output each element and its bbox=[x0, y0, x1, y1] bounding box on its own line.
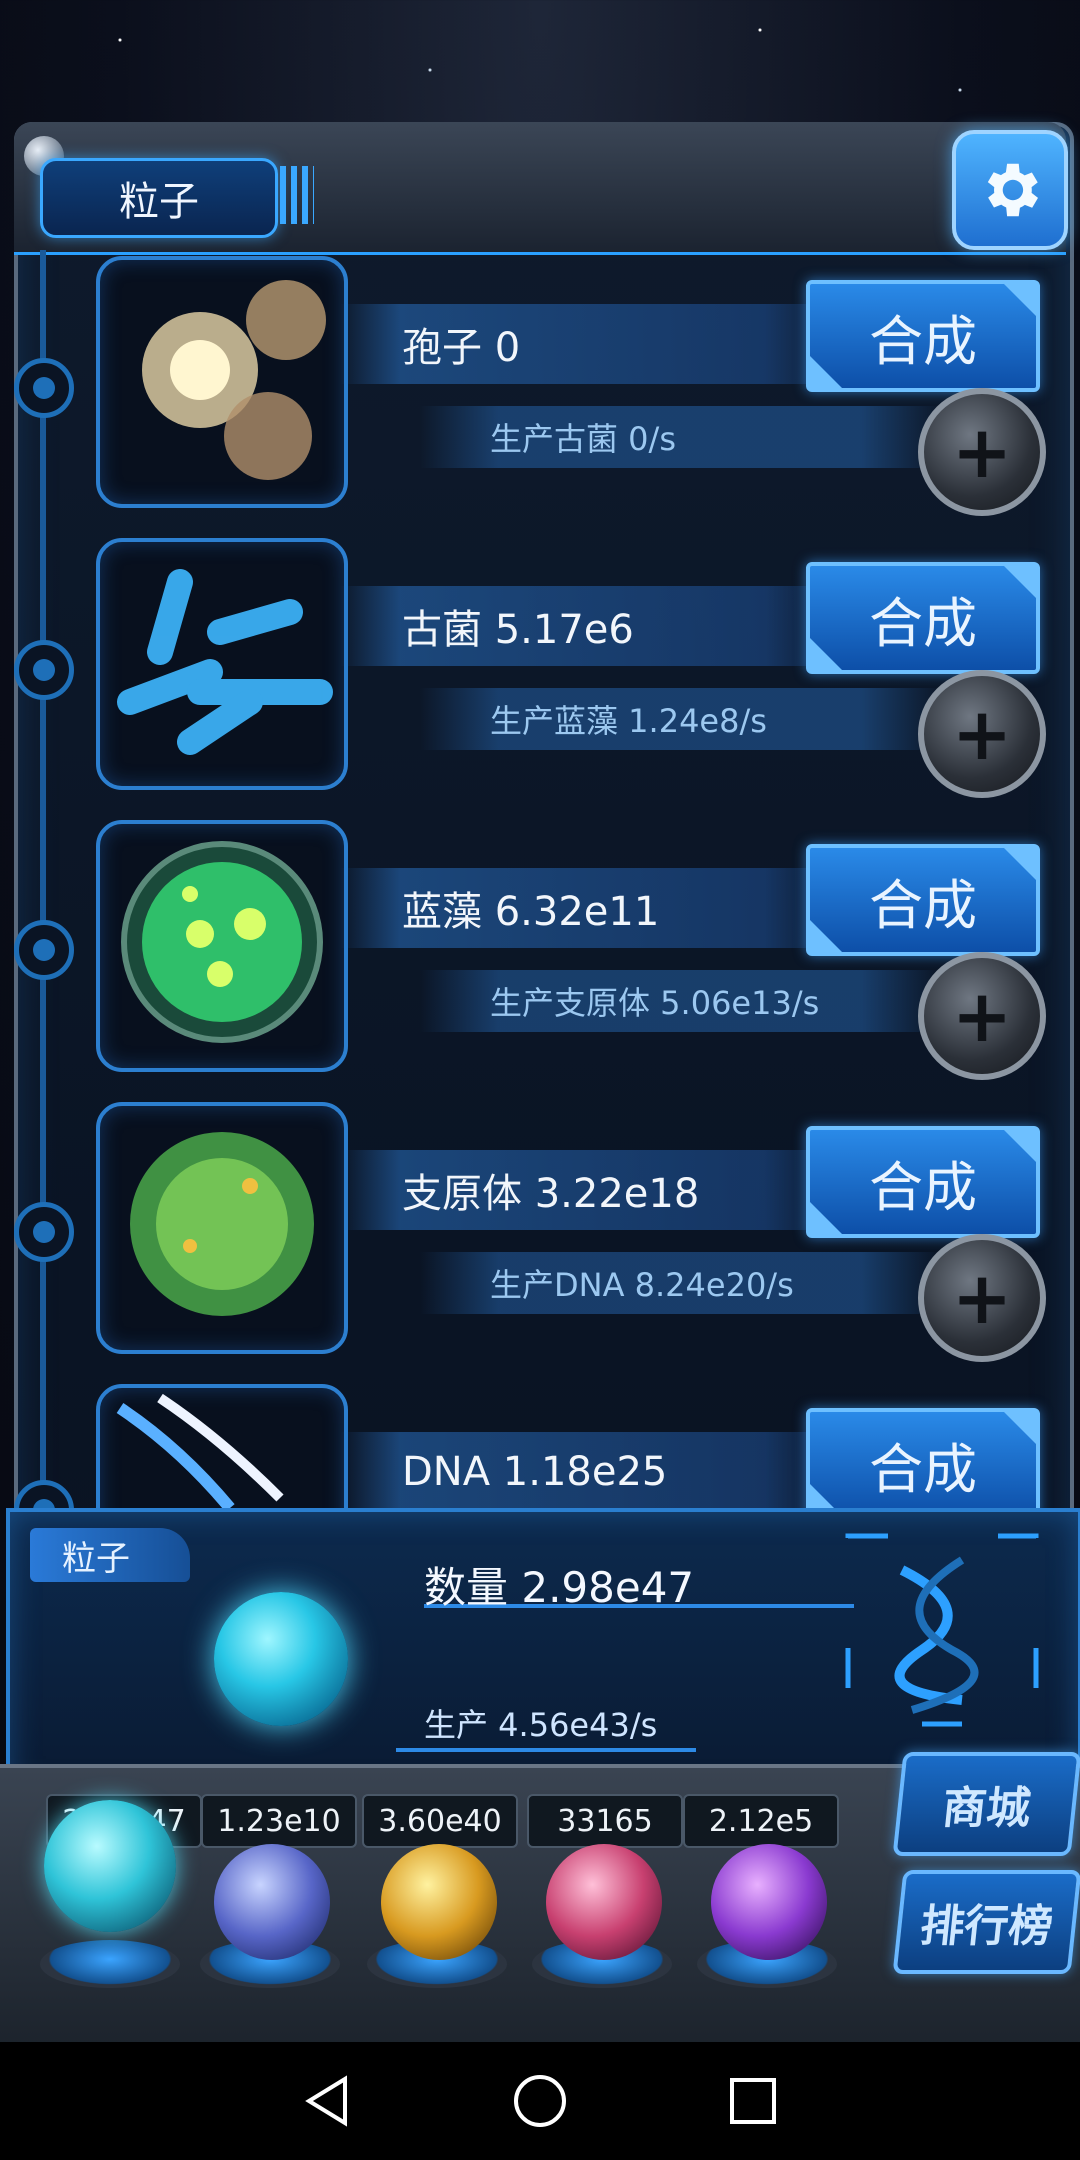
resource-value: 33165 bbox=[527, 1794, 683, 1848]
production-rate: 生产支原体 5.06e13/s bbox=[420, 970, 940, 1032]
recents-button[interactable] bbox=[723, 2071, 783, 2131]
archaea-image bbox=[96, 538, 348, 790]
particle-orb-button[interactable] bbox=[44, 1800, 176, 1932]
plus-icon: + bbox=[951, 974, 1013, 1058]
list-item: 古菌 5.17e6 合成 生产蓝藻 1.24e8/s + bbox=[0, 538, 1080, 798]
dna-icon bbox=[116, 1393, 284, 1508]
bacteria-icon bbox=[117, 569, 333, 755]
spore-icon bbox=[142, 280, 326, 480]
energy-orb-button[interactable] bbox=[214, 1844, 330, 1960]
upgrade-button[interactable]: + bbox=[918, 670, 1046, 798]
item-name: DNA 1.18e25 bbox=[340, 1432, 840, 1508]
item-name: 孢子 0 bbox=[340, 304, 840, 384]
connector-line bbox=[396, 1748, 696, 1752]
resource-value: 2.12e5 bbox=[683, 1794, 839, 1848]
recents-icon bbox=[730, 2078, 777, 2124]
pedestal bbox=[40, 1940, 180, 1988]
home-icon bbox=[513, 2075, 566, 2127]
production-rate: 生产DNA 8.24e20/s bbox=[420, 1252, 940, 1314]
mycoplasma-icon bbox=[130, 1132, 314, 1316]
craft-button[interactable]: 合成 bbox=[806, 844, 1040, 956]
dna-frame-icon bbox=[845, 1533, 1039, 1727]
plus-icon: + bbox=[951, 1256, 1013, 1340]
upgrade-button[interactable]: + bbox=[918, 1234, 1046, 1362]
particle-count: 数量 2.98e47 bbox=[424, 1563, 695, 1612]
cyanobacteria-image bbox=[96, 820, 348, 1072]
resource-value: 1.23e10 bbox=[201, 1794, 357, 1848]
particle-icon bbox=[214, 1592, 348, 1726]
dna-image bbox=[96, 1384, 348, 1508]
page-title: 粒子 bbox=[40, 158, 278, 238]
mycoplasma-image bbox=[96, 1102, 348, 1354]
resource-value: 3.60e40 bbox=[362, 1794, 518, 1848]
craft-button[interactable]: 合成 bbox=[806, 280, 1040, 392]
info-tab: 粒子 bbox=[30, 1528, 190, 1582]
item-name: 蓝藻 6.32e11 bbox=[340, 868, 840, 948]
shop-button[interactable]: 商城 bbox=[892, 1752, 1080, 1856]
plus-icon: + bbox=[951, 692, 1013, 776]
upgrade-button[interactable]: + bbox=[918, 388, 1046, 516]
system-nav-bar bbox=[0, 2042, 1080, 2160]
plus-icon: + bbox=[951, 410, 1013, 494]
gear-icon bbox=[987, 163, 1038, 217]
craft-button[interactable]: 合成 bbox=[806, 1408, 1040, 1508]
item-name: 古菌 5.17e6 bbox=[340, 586, 840, 666]
brain-orb-button[interactable] bbox=[546, 1844, 662, 1960]
home-button[interactable] bbox=[510, 2071, 570, 2131]
back-icon bbox=[304, 2075, 347, 2127]
leaderboard-button[interactable]: 排行榜 bbox=[892, 1870, 1080, 1974]
galaxy-orb-button[interactable] bbox=[381, 1844, 497, 1960]
spore-image bbox=[96, 256, 348, 508]
cell-icon bbox=[121, 841, 323, 1043]
list-item: DNA 1.18e25 合成 bbox=[0, 1384, 1080, 1508]
vortex-orb-button[interactable] bbox=[711, 1844, 827, 1960]
settings-button[interactable] bbox=[952, 130, 1068, 250]
title-stripes-decoration bbox=[280, 166, 314, 224]
upgrade-button[interactable]: + bbox=[918, 952, 1046, 1080]
craft-button[interactable]: 合成 bbox=[806, 562, 1040, 674]
list-item: 支原体 3.22e18 合成 生产DNA 8.24e20/s + bbox=[0, 1102, 1080, 1362]
list-item: 孢子 0 合成 生产古菌 0/s + bbox=[0, 256, 1080, 516]
craft-button[interactable]: 合成 bbox=[806, 1126, 1040, 1238]
production-rate: 生产古菌 0/s bbox=[420, 406, 940, 468]
production-rate: 生产蓝藻 1.24e8/s bbox=[420, 688, 940, 750]
particle-production: 生产 4.56e43/s bbox=[424, 1706, 658, 1744]
back-button[interactable] bbox=[297, 2071, 357, 2131]
item-name: 支原体 3.22e18 bbox=[340, 1150, 840, 1230]
starfield-background bbox=[0, 0, 1080, 130]
list-item: 蓝藻 6.32e11 合成 生产支原体 5.06e13/s + bbox=[0, 820, 1080, 1080]
